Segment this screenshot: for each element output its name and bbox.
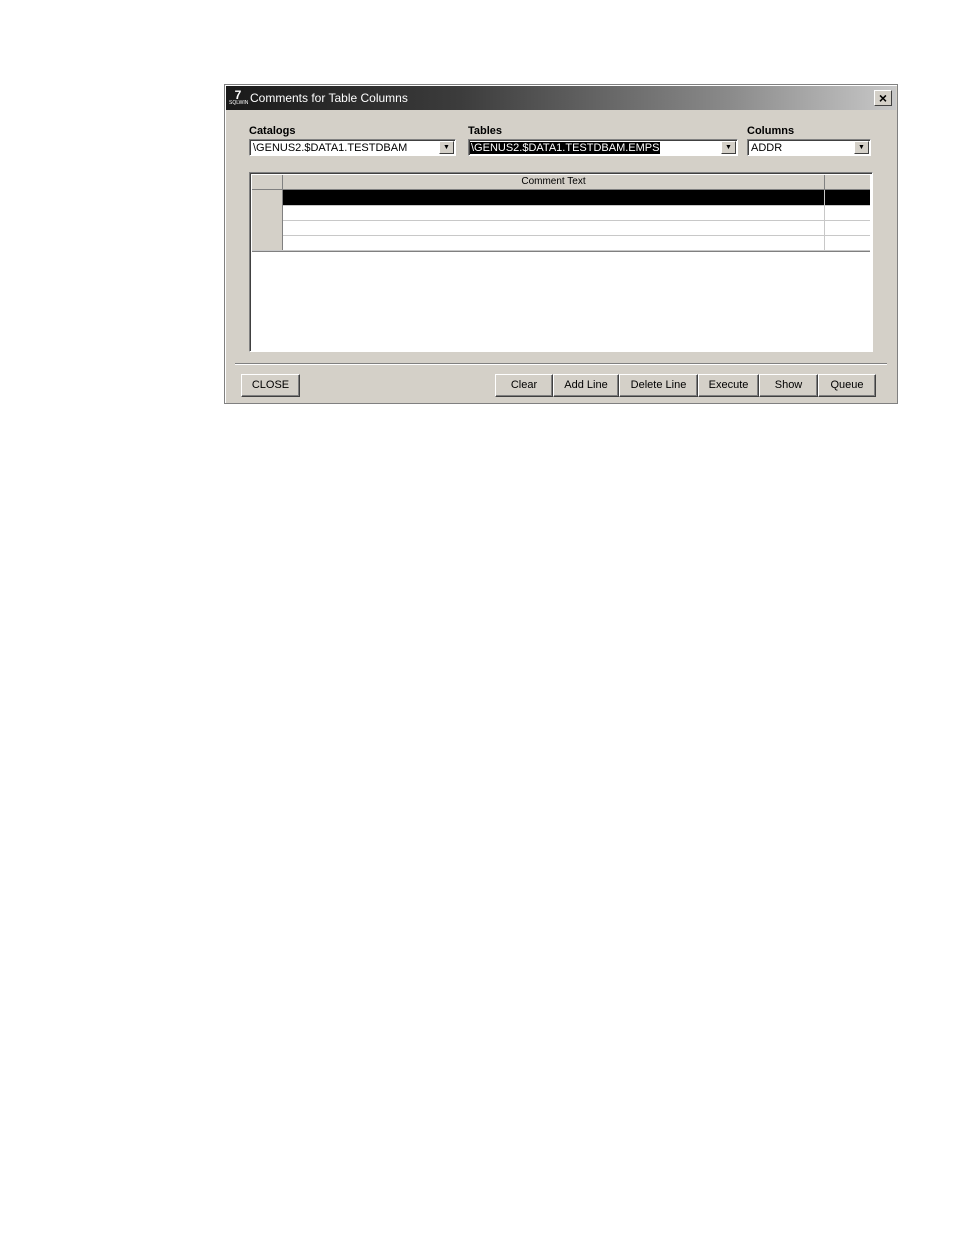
table-row[interactable]	[252, 220, 870, 236]
comments-dialog: 7 SQLWIN Comments for Table Columns × Ca…	[224, 84, 898, 404]
catalogs-label: Catalogs	[249, 125, 296, 137]
columns-dropdown[interactable]: ADDR ▼	[747, 139, 871, 156]
grid-divider	[252, 251, 870, 252]
grid-corner	[252, 175, 283, 189]
row-filler	[825, 220, 870, 235]
queue-button[interactable]: Queue	[818, 374, 876, 397]
row-header[interactable]	[252, 190, 283, 205]
delete-line-button[interactable]: Delete Line	[619, 374, 698, 397]
chevron-down-icon[interactable]: ▼	[721, 141, 736, 154]
comment-cell[interactable]	[283, 205, 825, 220]
title-bar[interactable]: 7 SQLWIN Comments for Table Columns ×	[226, 86, 896, 110]
comment-text-header: Comment Text	[283, 175, 825, 189]
show-button[interactable]: Show	[759, 374, 818, 397]
row-header[interactable]	[252, 205, 283, 220]
execute-button[interactable]: Execute	[698, 374, 759, 397]
row-filler	[825, 235, 870, 250]
chevron-down-icon[interactable]: ▼	[439, 141, 454, 154]
columns-value: ADDR	[751, 142, 783, 154]
app-icon-sublabel: SQLWIN	[229, 100, 249, 106]
comment-cell[interactable]	[283, 235, 825, 250]
clear-button[interactable]: Clear	[495, 374, 553, 397]
chevron-down-icon[interactable]: ▼	[854, 141, 869, 154]
button-separator	[235, 363, 887, 365]
row-filler	[825, 205, 870, 220]
table-row[interactable]	[252, 190, 870, 206]
close-button[interactable]: CLOSE	[241, 374, 300, 397]
add-line-button[interactable]: Add Line	[553, 374, 619, 397]
row-header[interactable]	[252, 235, 283, 250]
comment-cell[interactable]	[283, 220, 825, 235]
window-title: Comments for Table Columns	[250, 91, 408, 105]
row-header[interactable]	[252, 220, 283, 235]
columns-label: Columns	[747, 125, 795, 137]
tables-value: \GENUS2.$DATA1.TESTDBAM.EMPS	[470, 142, 661, 154]
table-row[interactable]	[252, 235, 870, 251]
comment-cell[interactable]	[283, 190, 825, 205]
catalogs-value: \GENUS2.$DATA1.TESTDBAM	[253, 142, 408, 154]
app-icon: 7 SQLWIN	[229, 89, 249, 107]
comment-grid[interactable]: Comment Text	[249, 172, 873, 352]
grid-header: Comment Text	[252, 175, 870, 190]
tables-label: Tables	[468, 125, 503, 137]
close-icon[interactable]: ×	[874, 90, 892, 106]
table-row[interactable]	[252, 205, 870, 221]
row-filler	[825, 190, 870, 205]
tables-dropdown[interactable]: \GENUS2.$DATA1.TESTDBAM.EMPS ▼	[468, 139, 738, 156]
catalogs-dropdown[interactable]: \GENUS2.$DATA1.TESTDBAM ▼	[249, 139, 456, 156]
